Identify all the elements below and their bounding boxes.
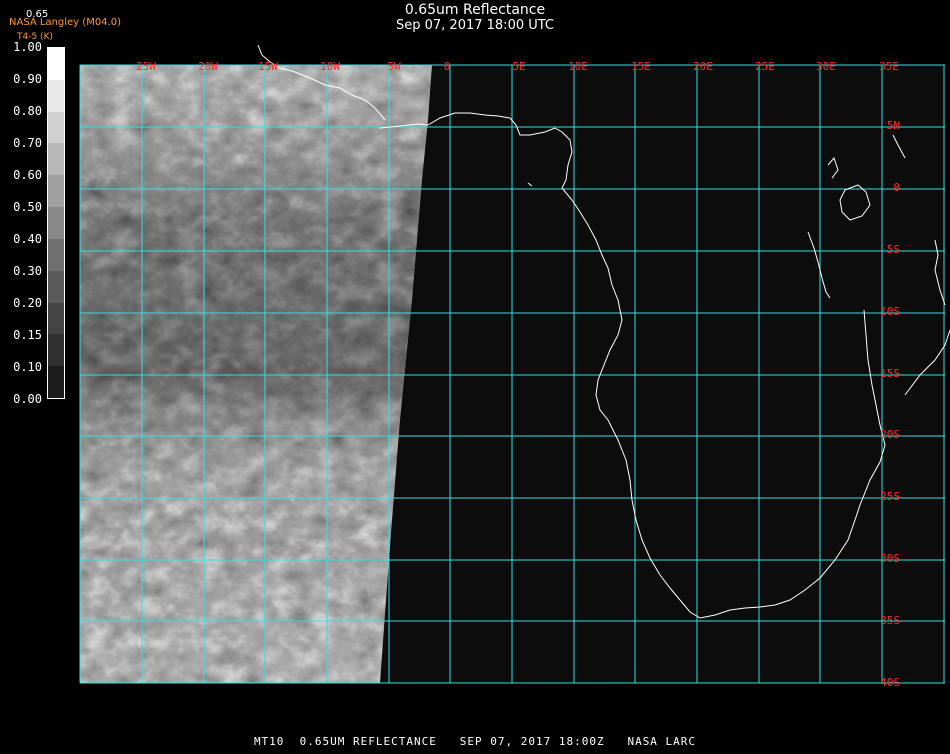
longitude-label: 5E — [512, 60, 525, 73]
longitude-label: 20E — [693, 60, 713, 73]
longitude-label: 25W — [136, 60, 156, 73]
latitude-label: 40S — [880, 676, 900, 689]
map-panel[interactable]: 25W 20W 15W 10W 5W 0 5E 10E 15E 20E 25E 30E 35E 5N 0 5… — [0, 0, 950, 750]
latitude-label: 5N — [887, 119, 900, 132]
longitude-label: 25E — [755, 60, 775, 73]
latitude-label: 25S — [880, 490, 900, 503]
longitude-label: 10W — [320, 60, 340, 73]
latitude-label: 10S — [880, 305, 900, 318]
map-svg: 25W 20W 15W 10W 5W 0 5E 10E 15E 20E 25E 30E 35E 5N 0 5… — [79, 44, 950, 689]
latitude-label: 0 — [893, 181, 900, 194]
footer-caption: MT10 0.65UM REFLECTANCE SEP 07, 2017 18:… — [253, 735, 697, 748]
longitude-label: 15E — [631, 60, 651, 73]
longitude-label: 10E — [568, 60, 588, 73]
longitude-label: 15W — [258, 60, 278, 73]
longitude-label: 35E — [879, 60, 899, 73]
latitude-label: 30S — [880, 552, 900, 565]
longitude-label: 30E — [816, 60, 836, 73]
cloud-imagery — [80, 65, 432, 683]
longitude-label: 5W — [387, 60, 401, 73]
longitude-label: 20W — [198, 60, 218, 73]
latitude-label: 20S — [880, 428, 900, 441]
longitude-label: 0 — [444, 60, 451, 73]
latitude-label: 15S — [880, 367, 900, 380]
latitude-label: 35S — [880, 614, 900, 627]
latitude-label: 5S — [887, 243, 900, 256]
